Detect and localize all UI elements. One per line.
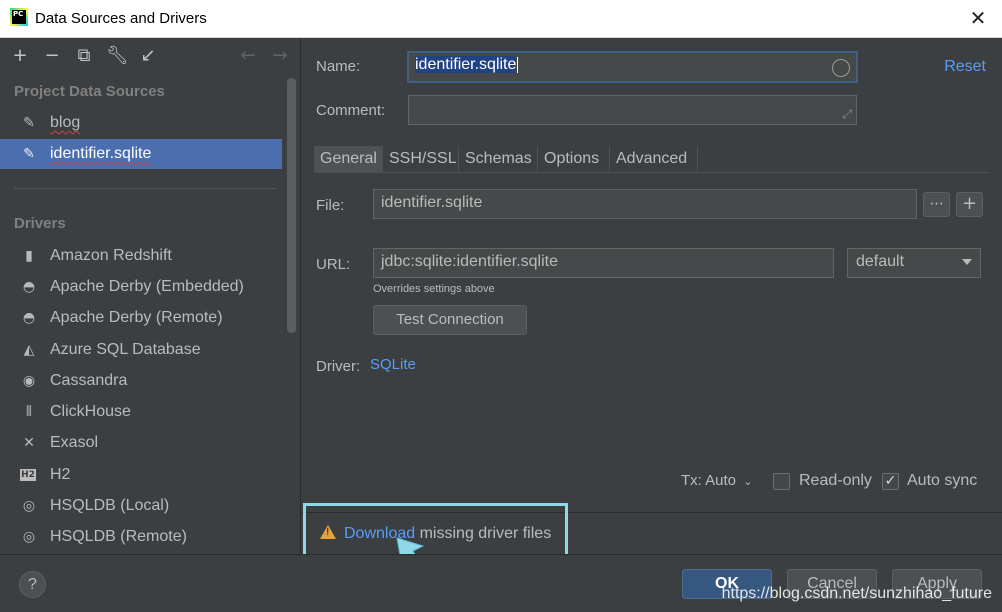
back-arrow-icon[interactable]: ← (238, 46, 258, 66)
browse-file-button[interactable]: ··· (923, 192, 950, 217)
help-button[interactable]: ? (19, 571, 46, 598)
close-icon[interactable]: ✕ (966, 6, 990, 30)
url-label: URL: (316, 256, 351, 273)
tree-item-label: blog (50, 114, 81, 131)
remove-icon[interactable]: − (42, 46, 62, 66)
tree-scrollbar[interactable] (287, 78, 296, 333)
read-only-checkbox[interactable]: Read-only (773, 472, 883, 492)
driver-item-amazon-redshift[interactable]: ▮ Amazon Redshift (0, 241, 282, 271)
driver-link[interactable]: SQLite (370, 356, 416, 373)
window-title: Data Sources and Drivers (35, 10, 207, 27)
tab-advanced[interactable]: Advanced (610, 146, 698, 172)
tree-toolbar: + − ⧉ 🔧︎ ↙ ← → (10, 46, 290, 66)
project-data-sources-header: Project Data Sources (14, 83, 165, 100)
tree-item-identifier-sqlite[interactable]: ✎ identifier.sqlite (0, 139, 282, 169)
warning-text: missing driver files (415, 525, 552, 542)
data-source-form: Name: identifier.sqlite Reset Comment: ⤢… (301, 38, 1002, 554)
drivers-header: Drivers (14, 215, 66, 232)
name-input[interactable]: identifier.sqlite (407, 51, 858, 83)
read-only-check-box[interactable] (773, 473, 790, 490)
file-label: File: (316, 197, 345, 214)
driver-item-h2[interactable]: H2 H2 (0, 460, 282, 490)
cassandra-eye-icon: ◉ (22, 373, 36, 389)
exasol-x-icon: ✕ (23, 435, 35, 451)
derby-hat-icon: ◓ (22, 279, 36, 295)
make-global-icon[interactable]: ↙ (138, 46, 158, 66)
dialog-footer: ? OK Cancel Apply (0, 554, 1002, 612)
driver-label: Apache Derby (Embedded) (50, 278, 244, 295)
driver-item-azure-sql[interactable]: ◭ Azure SQL Database (0, 335, 282, 365)
tab-general[interactable]: General (314, 146, 383, 172)
driver-label: HSQLDB (Remote) (50, 528, 187, 545)
driver-label: ClickHouse (50, 403, 131, 420)
driver-label: HSQLDB (Local) (50, 497, 170, 514)
tree-item-label: identifier.sqlite (50, 145, 152, 162)
sqlite-feather-icon: ✎ (23, 146, 35, 162)
clickhouse-bars-icon: ⦀ (25, 404, 33, 420)
driver-label: Driver: (316, 358, 361, 375)
derby-hat-icon: ◓ (22, 310, 36, 326)
sqlite-feather-icon: ✎ (23, 115, 35, 131)
driver-item-hsqldb-remote[interactable]: ◎ HSQLDB (Remote) (0, 522, 282, 552)
driver-label: Amazon Redshift (50, 247, 172, 264)
driver-item-cassandra[interactable]: ◉ Cassandra (0, 366, 282, 396)
driver-item-apache-derby-embedded[interactable]: ◓ Apache Derby (Embedded) (0, 272, 282, 302)
file-input[interactable]: identifier.sqlite (373, 189, 917, 219)
reset-link[interactable]: Reset (944, 58, 986, 76)
wrench-icon[interactable]: 🔧︎ (106, 46, 129, 66)
add-file-button[interactable]: + (956, 192, 983, 217)
driver-label: Azure SQL Database (50, 341, 201, 358)
chevron-down-icon: ⌄ (743, 475, 753, 488)
driver-item-clickhouse[interactable]: ⦀ ClickHouse (0, 397, 282, 427)
tab-ssh-ssl[interactable]: SSH/SSL (383, 146, 459, 172)
missing-driver-warning: Download missing driver files (303, 503, 568, 561)
url-mode-select[interactable]: default (847, 248, 981, 278)
color-picker-icon[interactable] (832, 59, 850, 77)
chevron-down-icon (962, 259, 972, 265)
driver-item-exasol[interactable]: ✕ Exasol (0, 428, 282, 458)
url-input[interactable]: jdbc:sqlite:identifier.sqlite (373, 248, 834, 278)
driver-label: Cassandra (50, 372, 128, 389)
hsqldb-icon: ◎ (22, 529, 36, 545)
azure-icon: ◭ (23, 342, 35, 358)
watermark-text: https://blog.csdn.net/sunzhihao_future (721, 585, 992, 602)
pycharm-app-icon: PC (10, 8, 28, 26)
h2-icon: H2 (20, 469, 36, 481)
title-bar: PC Data Sources and Drivers ✕ (0, 0, 1002, 38)
comment-label: Comment: (316, 102, 386, 119)
forward-arrow-icon[interactable]: → (270, 46, 290, 66)
redshift-icon: ▮ (25, 248, 33, 264)
driver-label: Apache Derby (Remote) (50, 309, 223, 326)
test-connection-button[interactable]: Test Connection (373, 305, 527, 335)
tabs-divider (314, 172, 989, 173)
driver-label: Exasol (50, 434, 99, 451)
driver-label: H2 (50, 466, 71, 483)
auto-sync-checkbox[interactable]: ✓ Auto sync (882, 472, 992, 492)
divider (14, 188, 276, 189)
data-sources-tree-panel: + − ⧉ 🔧︎ ↙ ← → Project Data Sources ✎ bl… (0, 38, 301, 554)
driver-item-hsqldb-local[interactable]: ◎ HSQLDB (Local) (0, 491, 282, 521)
auto-sync-check-box[interactable]: ✓ (882, 473, 899, 490)
warning-icon (320, 525, 336, 539)
tab-schemas[interactable]: Schemas (459, 146, 538, 172)
name-label: Name: (316, 58, 361, 75)
tree-item-blog[interactable]: ✎ blog (0, 108, 282, 138)
driver-item-apache-derby-remote[interactable]: ◓ Apache Derby (Remote) (0, 303, 282, 333)
comment-input[interactable]: ⤢ (408, 95, 857, 125)
expand-icon[interactable]: ⤢ (842, 107, 852, 122)
tab-options[interactable]: Options (538, 146, 610, 172)
tx-mode-dropdown[interactable]: Tx: Auto ⌄ (681, 472, 752, 492)
duplicate-icon[interactable]: ⧉ (74, 46, 94, 66)
add-icon[interactable]: + (10, 46, 30, 66)
url-hint: Overrides settings above (373, 283, 495, 295)
hsqldb-icon: ◎ (22, 498, 36, 514)
